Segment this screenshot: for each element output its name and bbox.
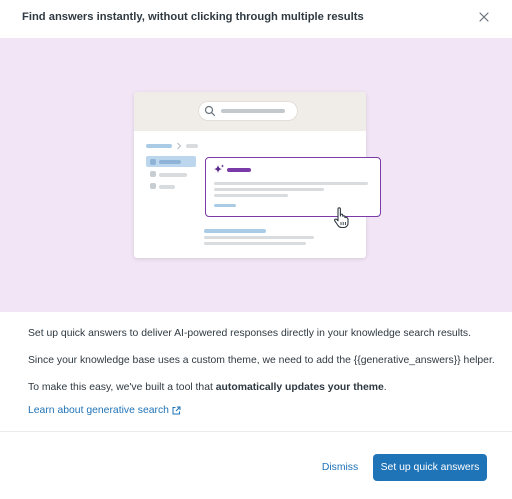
mock-result-title	[204, 229, 266, 233]
mock-sidebar-bullet	[150, 158, 156, 165]
setup-quick-answers-button[interactable]: Set up quick answers	[373, 454, 487, 481]
search-icon	[204, 105, 216, 117]
modal-header: Find answers instantly, without clicking…	[0, 0, 512, 38]
mock-result-line	[204, 242, 306, 245]
mock-answer-line	[214, 182, 368, 185]
mock-breadcrumb	[146, 144, 172, 148]
modal: Find answers instantly, without clicking…	[0, 0, 512, 499]
chevron-right-icon	[177, 142, 182, 150]
mock-answer-link	[214, 204, 236, 207]
mock-sidebar-label	[159, 172, 187, 177]
theme-paragraph: Since your knowledge base uses a custom …	[28, 355, 495, 366]
modal-title: Find answers instantly, without clicking…	[22, 11, 364, 23]
mock-sidebar-bullet	[150, 171, 156, 177]
footer-divider	[0, 431, 512, 432]
mock-answer-title	[227, 168, 251, 172]
mock-header	[134, 92, 366, 131]
learn-link-label: Learn about generative search	[28, 405, 169, 416]
tool-paragraph-emphasis: automatically updates your theme	[215, 382, 384, 393]
pointer-hand-icon	[334, 207, 349, 229]
tool-paragraph-prefix: To make this easy, we've built a tool th…	[28, 382, 216, 393]
close-icon	[479, 12, 489, 22]
mock-sidebar-label	[159, 184, 175, 189]
sparkle-icon	[214, 164, 224, 173]
mock-breadcrumb	[186, 144, 198, 148]
mock-search-text	[221, 109, 285, 113]
dismiss-button[interactable]: Dismiss	[316, 455, 364, 479]
mock-generative-answer	[205, 157, 381, 217]
mock-result-line	[204, 236, 314, 239]
mock-answer-line	[214, 188, 324, 191]
hero-illustration	[0, 38, 512, 312]
tool-paragraph: To make this easy, we've built a tool th…	[28, 382, 387, 393]
tool-paragraph-suffix: .	[383, 382, 387, 393]
mock-answer-line	[214, 194, 288, 197]
close-button[interactable]	[476, 9, 492, 25]
mock-search-bar	[199, 102, 297, 120]
intro-paragraph: Set up quick answers to deliver AI-power…	[28, 328, 471, 339]
mock-sidebar-label	[159, 160, 181, 164]
mock-sidebar-bullet	[150, 183, 156, 189]
external-link-icon	[172, 406, 181, 415]
learn-generative-search-link[interactable]: Learn about generative search	[28, 405, 181, 416]
